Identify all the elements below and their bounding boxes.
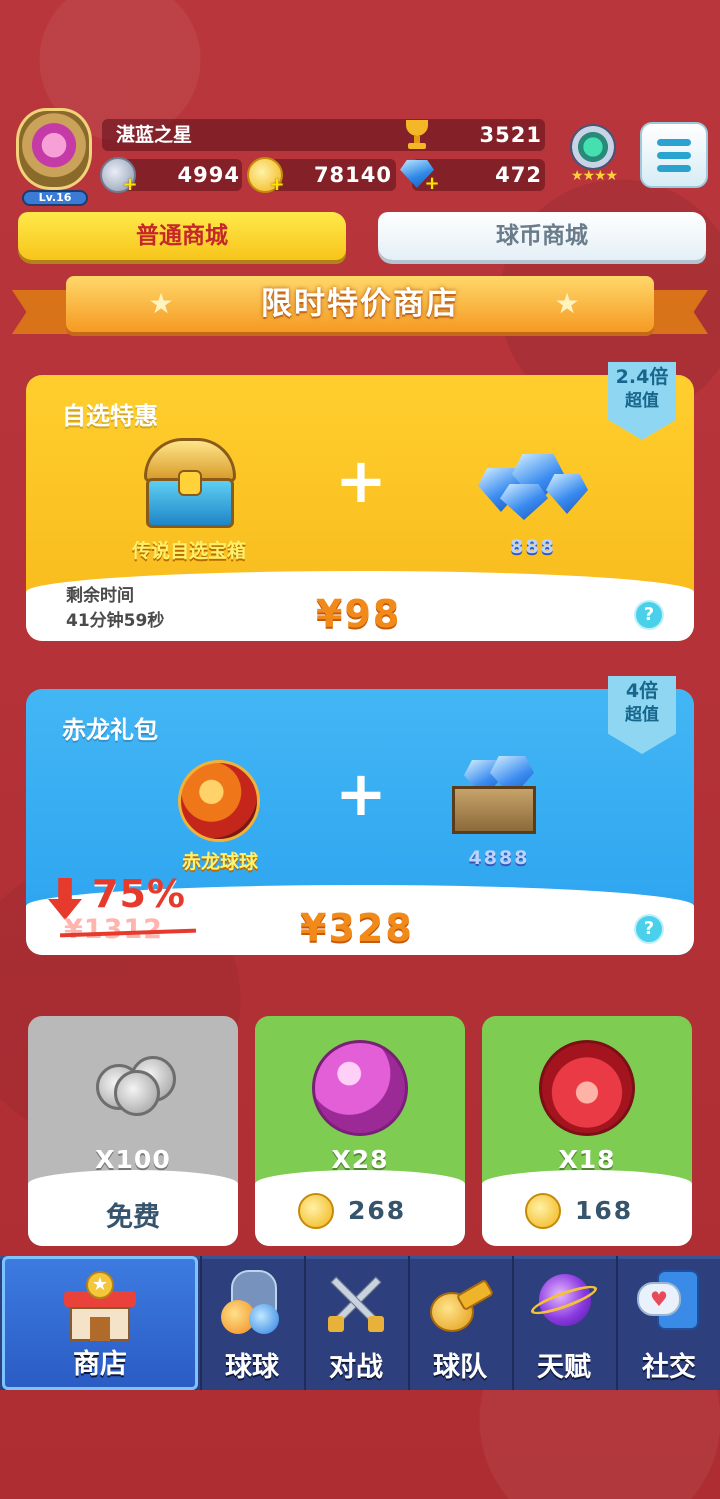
offer-price[interactable]: ¥328 [300,906,414,950]
legendary-chest-icon [138,436,242,532]
nav-label: 球队 [433,1352,487,1383]
silver-coins-icon [90,1050,186,1116]
shop-icon: ★ [60,1271,140,1343]
free-label: 免费 [106,1202,160,1233]
nav-label: 商店 [73,1349,127,1380]
plus-icon: + [335,757,387,830]
nav-label: 天赋 [537,1352,591,1383]
discount-percent: 75% [92,872,186,916]
trophy-icon [400,120,434,150]
whistle-icon [424,1268,496,1338]
diamond-pile-icon [472,440,592,524]
item-label: 传说自选宝箱 [131,540,246,562]
gold-coin-add-icon[interactable]: + [247,157,285,194]
nav-shop[interactable]: ★ 商店 [2,1256,198,1390]
battle-swords-icon [320,1268,392,1338]
nav-team[interactable]: 球队 [408,1256,510,1390]
menu-button[interactable] [640,122,708,188]
nav-label: 球球 [225,1352,279,1383]
item-price: 168 [575,1196,634,1225]
gold-coin-icon [525,1193,561,1229]
rank-badge[interactable]: Lv.16 [8,104,98,206]
remaining-time: 41分钟59秒 [66,611,165,631]
social-chat-icon: ♥ [633,1268,705,1338]
purple-ball-icon [312,1040,408,1136]
fire-ball-icon [539,1040,635,1136]
nav-balls[interactable]: 球球 [200,1256,302,1390]
offer-title: 赤龙礼包 [62,716,158,744]
season-emblem-icon[interactable]: ★★★★ [558,122,630,190]
silver-coin-add-icon[interactable]: + [100,157,138,194]
diamond-crate-icon [446,756,542,836]
balls-icon [217,1268,287,1338]
nav-battle[interactable]: 对战 [304,1256,406,1390]
nav-label: 对战 [329,1352,383,1383]
item-quantity: X18 [558,1145,616,1174]
item-price: 268 [348,1196,407,1225]
item-label: 4888 [468,847,530,869]
item-quantity: X100 [95,1145,171,1174]
banner-title: 限时特价商店 [261,286,459,322]
item-label: 888 [510,536,556,558]
player-level: Lv.16 [22,190,88,206]
tab-normal-shop[interactable]: 普通商城 [18,212,346,260]
nav-label: 社交 [642,1352,696,1383]
red-dragon-ball-icon [178,760,260,842]
limited-shop-banner: ★ ★ 限时特价商店 [12,276,708,338]
item-quantity: X28 [331,1145,389,1174]
rank-shield-icon [16,108,92,190]
plus-icon: + [335,444,387,517]
player-name[interactable]: 湛蓝之星 [116,121,192,149]
nav-social[interactable]: ♥ 社交 [616,1256,720,1390]
nav-talent[interactable]: 天赋 [512,1256,614,1390]
help-icon[interactable]: ? [634,914,664,944]
gold-count: 78140 [313,163,392,187]
diamond-add-icon[interactable]: + [398,158,440,193]
remaining-label: 剩余时间 [66,586,134,606]
offer-title: 自选特惠 [62,402,158,430]
trophy-count: 3521 [479,123,542,147]
offer-price[interactable]: ¥98 [316,592,401,636]
talent-planet-icon [527,1268,601,1338]
item-label: 赤龙球球 [181,851,258,873]
help-icon[interactable]: ? [634,600,664,630]
tab-ball-coin-shop[interactable]: 球币商城 [378,212,706,260]
diamond-count: 472 [495,163,542,187]
gold-coin-icon [298,1193,334,1229]
silver-count: 4994 [177,163,240,187]
